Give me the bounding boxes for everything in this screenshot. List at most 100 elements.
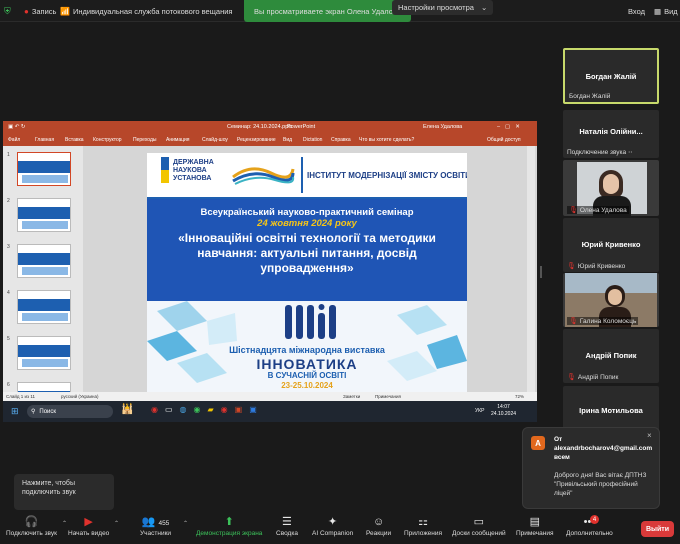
slide-thumbnail[interactable] (17, 198, 71, 232)
taskbar-apps[interactable]: ◉ ▭ ◍ ◉ ▰ ◉ ▣ ▣ (151, 405, 257, 414)
ppt-scrollbar[interactable] (527, 146, 535, 392)
participant-tile[interactable]: Наталія Олійни... Подключение звука ⋅⋅ (563, 110, 659, 158)
slide-thumbnail[interactable] (17, 290, 71, 324)
window-controls[interactable]: –▢✕ (497, 124, 525, 130)
zoom-level[interactable]: 72% (515, 394, 524, 399)
whiteboards-button[interactable]: ▭ Доски сообщений (452, 514, 506, 537)
chevron-down-icon: ⌄ (480, 3, 488, 12)
security-icon[interactable]: ⛨ (4, 0, 11, 22)
participant-tile[interactable]: Андрій Попик 🎙 Андрій Попик (563, 329, 659, 383)
ppt-statusbar: Слайд 1 из 11 русский (Украина) Заметки … (3, 392, 537, 401)
app-icon[interactable]: ◉ (194, 405, 201, 414)
ribbon-tab[interactable]: Анимация (166, 137, 189, 143)
app-icon[interactable]: ▭ (165, 405, 173, 414)
date-line: 24 жовтня 2024 року (257, 218, 357, 229)
people-icon: 👥 (141, 516, 156, 528)
summary-button[interactable]: ☰ Сводка (276, 514, 298, 537)
institute-logo-icon (231, 161, 295, 185)
thumbnail-number: 3 (7, 244, 10, 250)
chevron-up-icon[interactable]: ⌃ (183, 520, 188, 527)
ribbon-tab[interactable]: Что вы хотите сделать? (359, 137, 414, 143)
thumbnail-number: 6 (7, 382, 10, 388)
participant-tile[interactable]: 🎙 Олена Удалова (563, 160, 659, 216)
ppt-user: Елена Удалова (423, 124, 463, 130)
ppt-filename: Семинар: 24.10.2024.pptx (227, 124, 293, 130)
participants-button[interactable]: 👥 455 Участники (140, 514, 171, 537)
lang-indicator[interactable]: УКР (475, 408, 484, 414)
ribbon-tab[interactable]: Файл (8, 137, 20, 143)
app-icon[interactable]: ◍ (180, 405, 187, 414)
ppt-ribbon: Файл Главная Вставка Конструктор Переходы Ани… (3, 134, 537, 146)
reactions-button[interactable]: ☺ Реакции (366, 514, 391, 537)
start-video-button[interactable]: ▶ Начать видео (68, 514, 109, 537)
ribbon-tab[interactable]: Рецензирование (237, 137, 276, 143)
ribbon-tab[interactable]: Вид (283, 137, 292, 143)
shared-screen: ▣ ↶ ↻ Семинар: 24.10.2024.pptx PowerPoin… (3, 121, 537, 422)
sparkle-icon: ✦ (327, 516, 338, 528)
ribbon-tab[interactable]: Главная (35, 137, 54, 143)
flag-icon (161, 157, 169, 170)
app-icon[interactable]: ◉ (221, 405, 228, 414)
expo-line: Шістнадцята міжнародна виставка (229, 345, 385, 355)
autosave-icon[interactable]: ▣ ↶ ↻ (8, 124, 25, 130)
ribbon-tab[interactable]: Dictation (303, 137, 322, 143)
folder-icon[interactable]: ▰ (208, 405, 214, 414)
ribbon-tab[interactable]: Переходы (133, 137, 156, 143)
grid-icon: ▦ (654, 6, 662, 16)
innovatika-logo-icon (283, 301, 339, 341)
slide-thumbnail[interactable] (17, 244, 71, 278)
participant-tile[interactable]: Богдан Жалій Богдан Жалій (563, 48, 659, 104)
app-icon[interactable]: ◉ (151, 405, 158, 414)
leave-button[interactable]: Выйти (641, 521, 674, 537)
top-bar: ⛨ ● Запись 📶 Индивидуальная служба потоков… (0, 0, 680, 22)
audio-tooltip: Нажмите, чтобы подключить звук (14, 474, 114, 510)
thumbnail-number: 4 (7, 290, 10, 296)
ppt-app-name: PowerPoint (287, 124, 316, 130)
comments-button[interactable]: Примечания (375, 394, 401, 399)
view-settings-button[interactable]: Настройки просмотра ⌄ (392, 0, 494, 15)
join-audio-button[interactable]: 🎧 Подключить звук (6, 514, 57, 537)
thumbnail-number: 1 (7, 152, 10, 158)
apps-icon: ⚏ (418, 516, 428, 528)
ribbon-tab[interactable]: Справка (331, 137, 351, 143)
ribbon-tab[interactable]: Слайд-шоу (202, 137, 228, 143)
stream-indicator[interactable]: 📶 Индивидуальная служба потокового вещани… (60, 0, 232, 22)
apps-button[interactable]: ⚏ Приложения (404, 514, 442, 537)
widget-icon[interactable]: 🕌 (121, 404, 133, 415)
notes-button[interactable]: Заметки (343, 394, 360, 399)
chevron-up-icon[interactable]: ⌃ (62, 520, 67, 527)
avatar: A (531, 436, 545, 450)
word-icon[interactable]: ▣ (249, 405, 257, 414)
ppt-share-button[interactable]: Общий доступ (487, 137, 521, 143)
windows-start-icon[interactable]: ⊞ (11, 406, 19, 417)
slide-thumbnail[interactable] (17, 152, 71, 186)
video-off-icon: ▶ (84, 516, 93, 528)
splitter-handle[interactable] (540, 266, 542, 278)
ribbon-tab[interactable]: Вставка (65, 137, 84, 143)
thumbnail-number: 5 (7, 336, 10, 342)
share-screen-button[interactable]: ⬆ Демонстрация экрана (196, 514, 262, 537)
participant-tile[interactable]: 🎙 Галина Коломоєць (563, 273, 659, 327)
powerpoint-icon[interactable]: ▣ (235, 405, 243, 414)
mic-off-icon: 🎙 (567, 374, 576, 381)
chat-notification[interactable]: A × От alexandrbocharov4@gmail.com всем … (522, 427, 660, 509)
clock[interactable]: 14:07 24.10.2024 (491, 404, 516, 417)
slide-title-block: Всеукраїнський науково-практичний семіна… (147, 199, 467, 301)
signin-button[interactable]: Вход (628, 0, 645, 22)
notes-button[interactable]: ▤ Примечания (516, 514, 554, 537)
chevron-up-icon[interactable]: ⌃ (114, 520, 119, 527)
ai-companion-button[interactable]: ✦ AI Companion (312, 514, 353, 537)
institute-name: ІНСТИТУТ МОДЕРНІЗАЦІЇ ЗМІСТУ ОСВІТИ (307, 171, 467, 180)
headphones-icon: 🎧 (24, 516, 39, 528)
slide-thumbnail[interactable] (17, 336, 71, 370)
slide-thumbnails: 1 2 3 4 5 6 (3, 146, 83, 416)
stream-icon: 📶 (60, 6, 70, 16)
taskbar-search[interactable]: ⚲ Поиск (27, 405, 113, 418)
ribbon-tab[interactable]: Конструктор (93, 137, 122, 143)
record-indicator[interactable]: ● Запись (24, 0, 56, 22)
chat-sender: От alexandrbocharov4@gmail.com всем (554, 436, 653, 461)
view-button[interactable]: ▦ Вид (654, 0, 678, 22)
windows-taskbar: ⊞ ⚲ Поиск 🕌 ◉ ▭ ◍ ◉ ▰ ◉ ▣ ▣ УКР 14:07 24.… (3, 401, 537, 422)
search-icon: ⚲ (31, 409, 36, 415)
participant-tile[interactable]: Юрий Кривенко 🎙 Юрий Кривенко (563, 218, 659, 272)
